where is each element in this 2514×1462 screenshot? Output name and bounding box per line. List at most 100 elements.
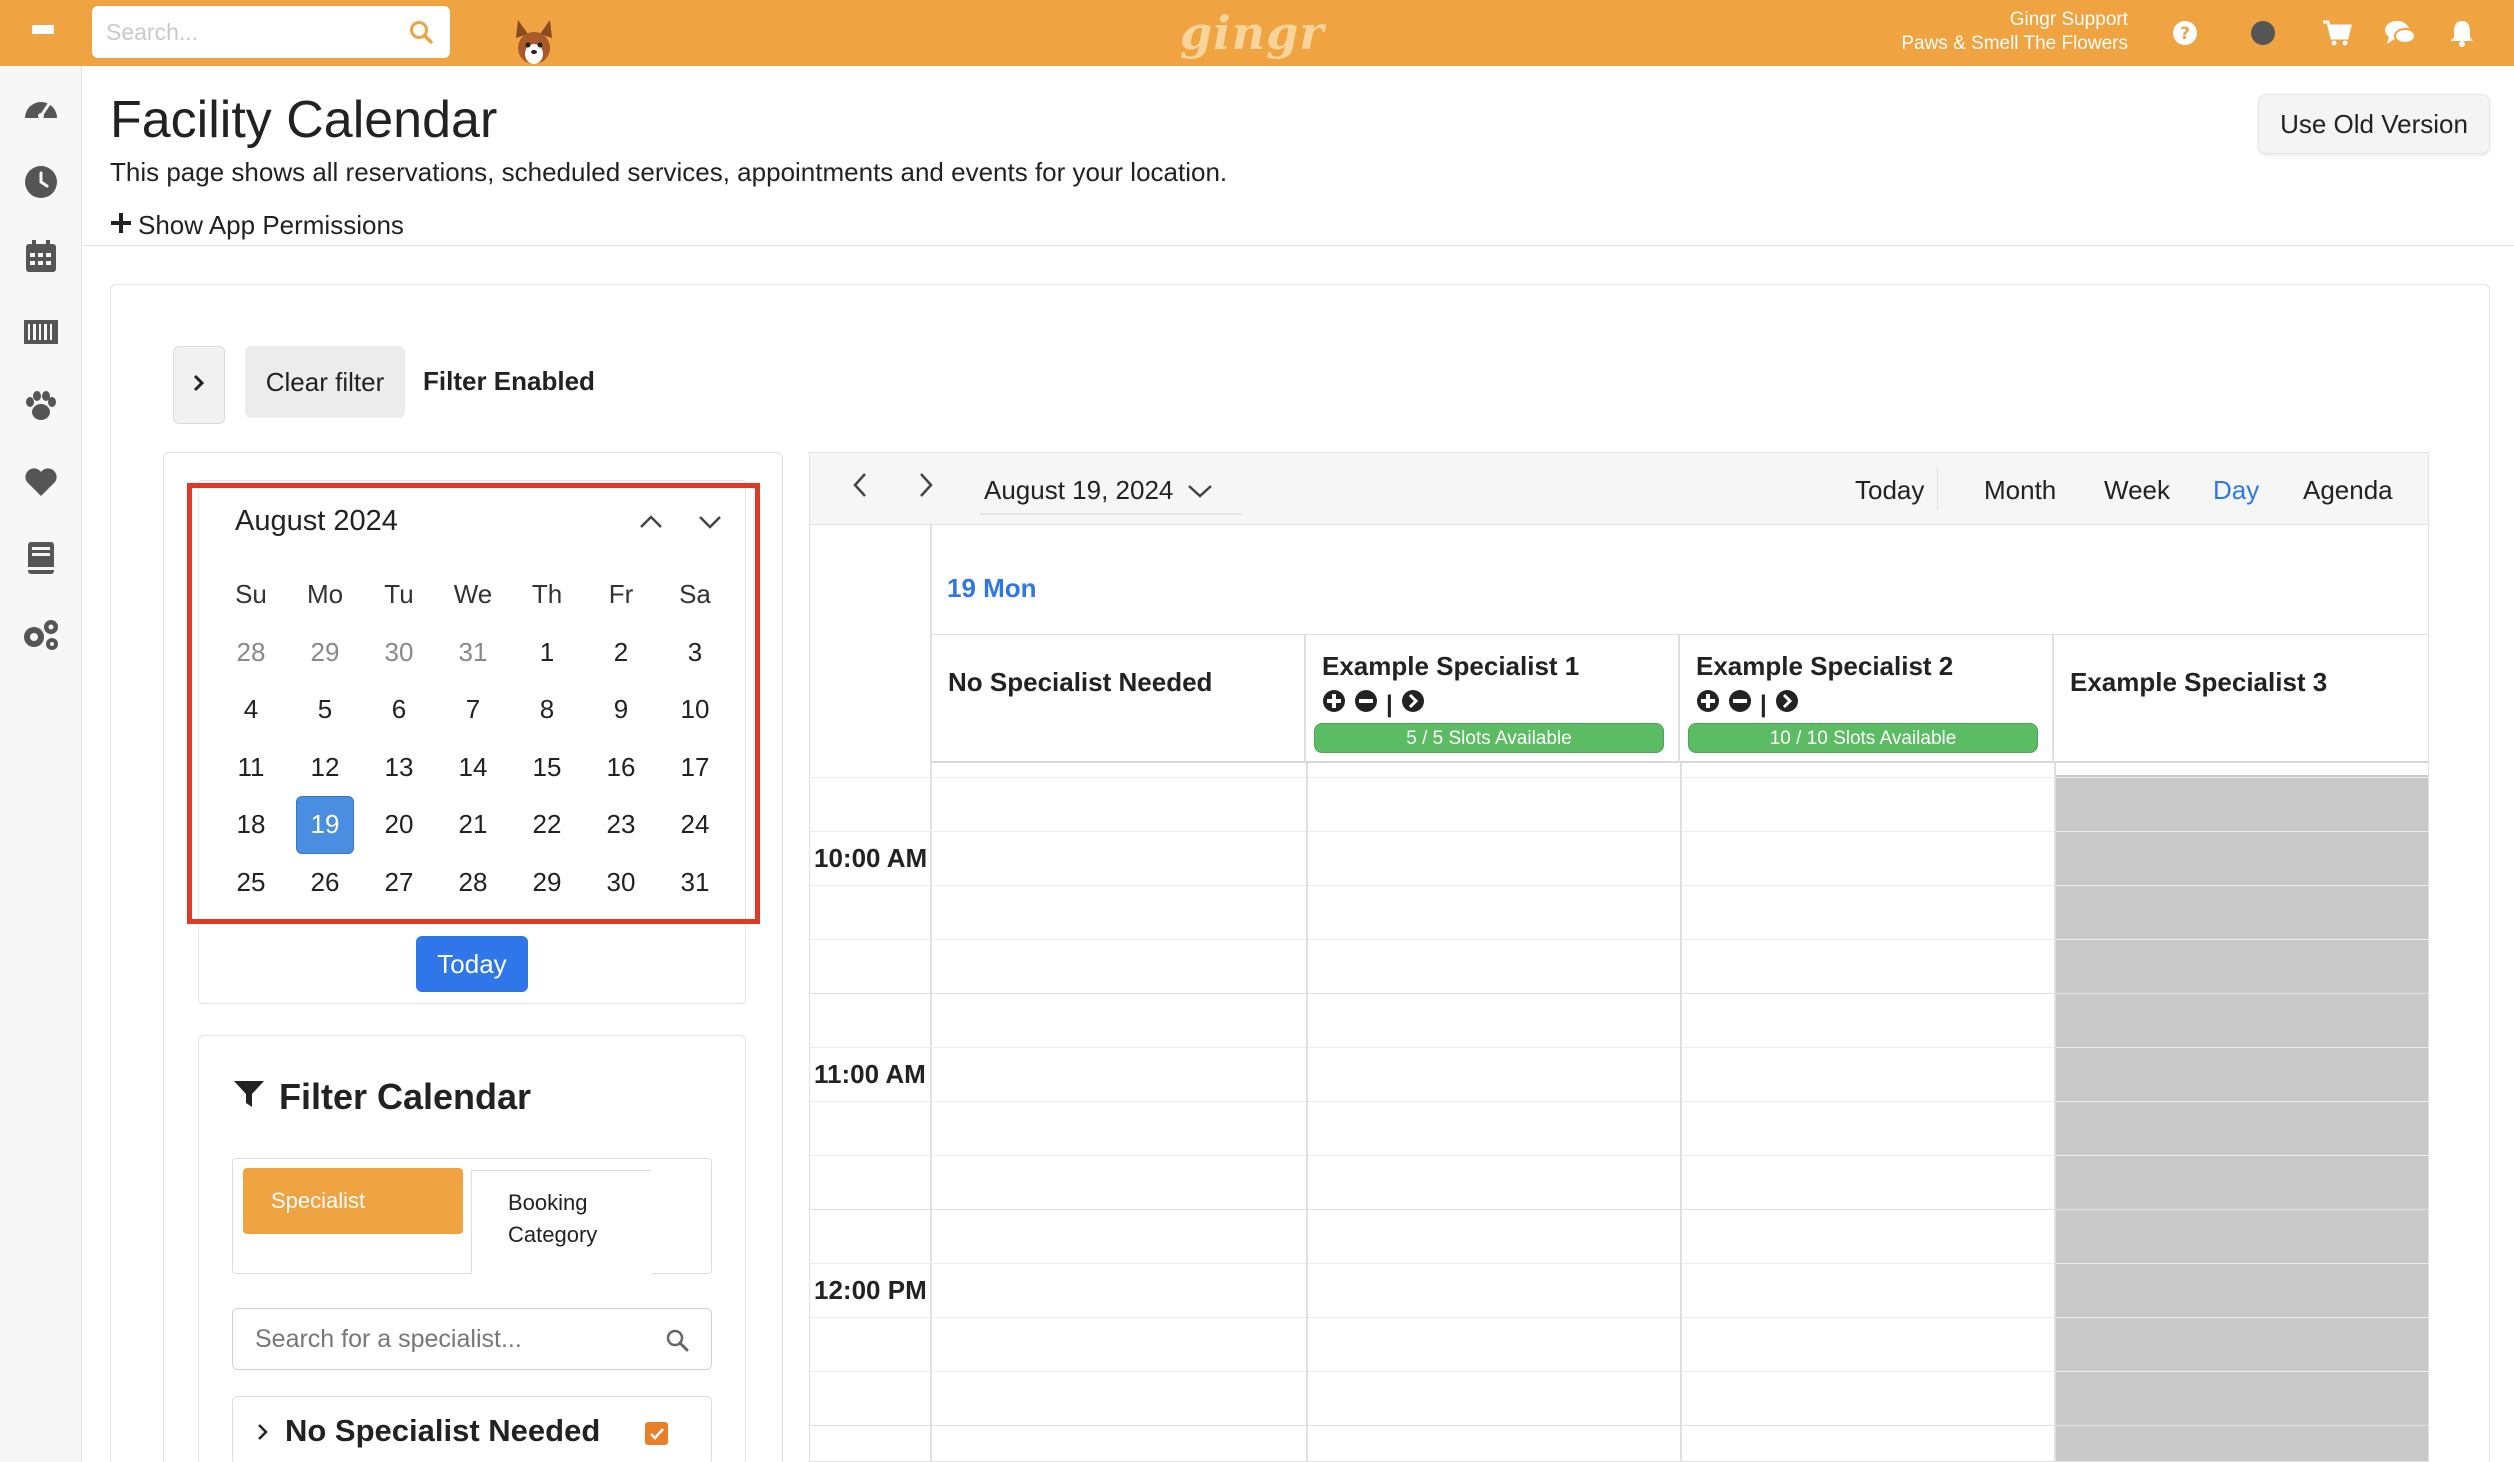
user-info[interactable]: Gingr Support Paws & Smell The Flowers bbox=[1901, 8, 2128, 56]
arrow-right-circle-icon[interactable] bbox=[1401, 689, 1425, 720]
barcode-icon[interactable] bbox=[21, 312, 61, 352]
column-divider bbox=[1680, 763, 1682, 1461]
time-label: 12:00 PM bbox=[814, 1275, 927, 1305]
minus-circle-icon[interactable] bbox=[1354, 689, 1378, 720]
menu-button[interactable] bbox=[16, 10, 70, 55]
slot-line bbox=[810, 939, 2428, 940]
slots-available-badge: 5 / 5 Slots Available bbox=[1314, 723, 1664, 753]
dashboard-icon[interactable] bbox=[21, 86, 61, 126]
page-title: Facility Calendar bbox=[110, 91, 498, 149]
bell-icon[interactable] bbox=[2445, 16, 2479, 50]
minus-circle-icon[interactable] bbox=[1728, 689, 1752, 720]
previous-day-button[interactable] bbox=[840, 467, 880, 507]
scheduler: August 19, 2024 Today Month Week Day Age… bbox=[809, 452, 2429, 1462]
header-divider bbox=[82, 245, 2514, 246]
mini-calendar-today-button[interactable]: Today bbox=[416, 936, 528, 992]
hour-line bbox=[810, 1209, 2428, 1210]
resource-header-specialist-2: Example Specialist 2 | 10 / 10 Slots Ava… bbox=[1680, 635, 2054, 763]
resource-header-no-specialist: No Specialist Needed bbox=[932, 635, 1306, 763]
slot-line bbox=[810, 1101, 2428, 1102]
time-label: 11:00 AM bbox=[814, 1059, 926, 1089]
page-description: This page shows all reservations, schedu… bbox=[110, 157, 1228, 187]
slot-line bbox=[810, 1371, 2428, 1372]
plus-circle-icon[interactable] bbox=[1696, 689, 1720, 720]
date-picker-button[interactable]: August 19, 2024 bbox=[984, 475, 1213, 506]
hour-line bbox=[810, 1425, 2428, 1426]
specialist-item-label: No Specialist Needed bbox=[285, 1413, 601, 1448]
slot-line bbox=[810, 1263, 2428, 1264]
view-agenda-button[interactable]: Agenda bbox=[2303, 475, 2393, 506]
tab-booking-category[interactable]: Booking Category bbox=[471, 1170, 651, 1274]
chevron-left-icon bbox=[852, 472, 868, 503]
scheduler-toolbar: August 19, 2024 Today Month Week Day Age… bbox=[810, 453, 2428, 525]
plus-circle-icon[interactable] bbox=[1322, 689, 1346, 720]
specialist-search[interactable] bbox=[232, 1308, 712, 1370]
tab-specialist[interactable]: Specialist bbox=[243, 1168, 463, 1234]
resource-name: Example Specialist 3 bbox=[2070, 667, 2328, 697]
view-day-button[interactable]: Day bbox=[2213, 475, 2259, 506]
expand-filter-button[interactable] bbox=[173, 346, 225, 424]
slot-line bbox=[810, 885, 2428, 886]
arrow-right-circle-icon[interactable] bbox=[1775, 689, 1799, 720]
next-day-button[interactable] bbox=[906, 467, 946, 507]
resource-name: Example Specialist 1 bbox=[1322, 651, 1580, 681]
user-name: Gingr Support bbox=[2009, 9, 2128, 30]
search-icon[interactable] bbox=[665, 1328, 689, 1357]
plus-icon bbox=[110, 210, 132, 241]
book-icon[interactable] bbox=[21, 538, 61, 578]
date-underline bbox=[980, 513, 1242, 515]
calendar-icon[interactable] bbox=[21, 236, 61, 276]
column-divider bbox=[1306, 763, 1308, 1461]
resource-header-specialist-1: Example Specialist 1 | 5 / 5 Slots Avail… bbox=[1306, 635, 1680, 763]
chat-icon[interactable] bbox=[2383, 16, 2417, 50]
menu-icon bbox=[32, 24, 54, 41]
global-search[interactable] bbox=[92, 6, 450, 58]
filter-calendar-title: Filter Calendar bbox=[279, 1076, 532, 1117]
day-header-label[interactable]: 19 Mon bbox=[947, 573, 1037, 604]
filter-calendar-heading: Filter Calendar bbox=[233, 1076, 531, 1118]
global-search-input[interactable] bbox=[106, 18, 396, 46]
chevron-down-icon bbox=[1187, 475, 1213, 506]
top-bar: gingr Gingr Support Paws & Smell The Flo… bbox=[0, 0, 2514, 66]
resource-controls: | bbox=[1322, 689, 1425, 720]
clock-icon[interactable] bbox=[21, 162, 61, 202]
hour-line bbox=[810, 993, 2428, 994]
help-icon[interactable]: ? bbox=[2168, 16, 2202, 50]
slot-line bbox=[810, 831, 2428, 832]
specialist-checkbox[interactable] bbox=[645, 1422, 668, 1445]
resource-controls: | bbox=[1696, 689, 1799, 720]
view-today-button[interactable]: Today bbox=[1855, 475, 1924, 506]
slot-line bbox=[810, 1047, 2428, 1048]
unavailable-column bbox=[2055, 775, 2428, 1461]
search-icon[interactable] bbox=[408, 19, 434, 50]
slots-available-badge: 10 / 10 Slots Available bbox=[1688, 723, 2038, 753]
slot-line bbox=[810, 777, 2428, 778]
sidebar bbox=[0, 66, 82, 1462]
chevron-right-icon[interactable] bbox=[257, 1413, 269, 1449]
show-permissions-link[interactable]: Show App Permissions bbox=[110, 210, 404, 241]
resource-header-specialist-3: Example Specialist 3 bbox=[2054, 635, 2428, 763]
paw-icon[interactable] bbox=[21, 386, 61, 426]
resource-name: Example Specialist 2 bbox=[1696, 651, 1954, 681]
dog-mascot-icon bbox=[512, 18, 556, 66]
heart-icon[interactable] bbox=[21, 462, 61, 502]
slot-line bbox=[810, 1317, 2428, 1318]
resource-name: No Specialist Needed bbox=[948, 667, 1213, 697]
status-dot-icon[interactable] bbox=[2246, 16, 2280, 50]
chevron-right-icon bbox=[192, 373, 206, 398]
column-divider bbox=[2054, 763, 2056, 1461]
current-date: August 19, 2024 bbox=[984, 475, 1174, 505]
view-month-button[interactable]: Month bbox=[1984, 475, 2056, 506]
app-logo[interactable]: gingr bbox=[1180, 6, 1324, 60]
cart-icon[interactable] bbox=[2320, 16, 2354, 50]
highlight-annotation-box bbox=[187, 483, 760, 924]
specialist-search-input[interactable] bbox=[255, 1324, 635, 1354]
filter-status: Filter Enabled bbox=[423, 366, 595, 396]
use-old-version-button[interactable]: Use Old Version bbox=[2258, 94, 2490, 154]
specialist-list-item[interactable]: No Specialist Needed bbox=[232, 1396, 712, 1462]
settings-icon[interactable] bbox=[21, 614, 61, 654]
toolbar-separator bbox=[1937, 467, 1938, 511]
view-week-button[interactable]: Week bbox=[2104, 475, 2170, 506]
show-permissions-label: Show App Permissions bbox=[138, 210, 404, 240]
clear-filter-button[interactable]: Clear filter bbox=[245, 346, 405, 418]
